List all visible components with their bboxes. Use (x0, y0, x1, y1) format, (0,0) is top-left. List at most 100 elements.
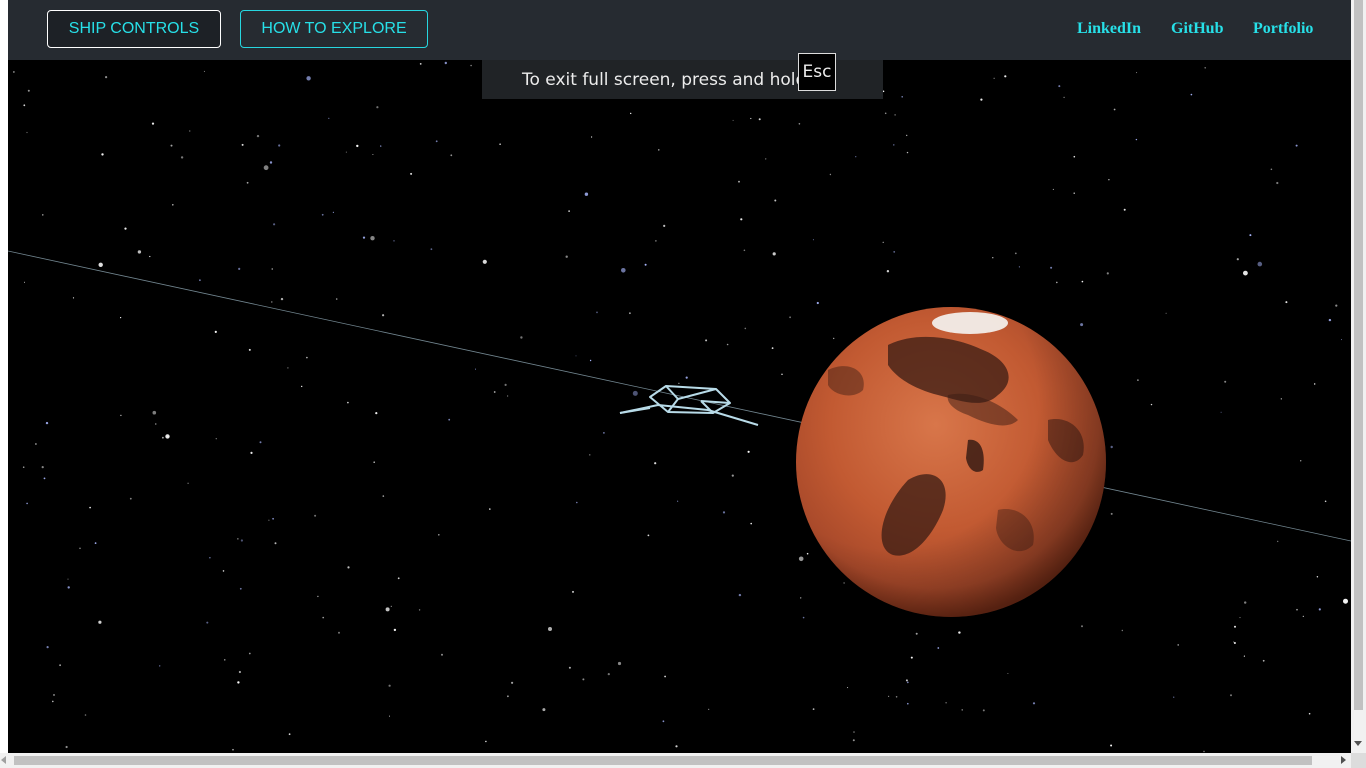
star (1302, 615, 1304, 618)
star (993, 77, 995, 79)
horizontal-scroll-thumb[interactable] (14, 756, 1312, 765)
star (52, 700, 54, 703)
star (155, 423, 157, 425)
star (470, 64, 472, 67)
star (42, 214, 44, 216)
star (568, 210, 570, 212)
star (385, 607, 390, 612)
star (170, 144, 173, 147)
star (1277, 540, 1279, 543)
star (589, 454, 591, 456)
star (1203, 750, 1205, 753)
star (1239, 617, 1241, 619)
star (250, 451, 253, 454)
star (273, 223, 276, 226)
star (448, 418, 451, 421)
space-viewport[interactable] (8, 0, 1351, 753)
star (907, 702, 909, 705)
star (124, 227, 127, 230)
star (798, 556, 804, 562)
star (362, 236, 366, 239)
star (888, 695, 890, 698)
ship-controls-button[interactable]: SHIP CONTROLS (47, 10, 221, 48)
star (382, 314, 385, 317)
star (758, 118, 761, 121)
star (444, 61, 447, 65)
star (1230, 694, 1232, 697)
star (647, 534, 650, 537)
star (584, 192, 589, 196)
star (268, 519, 270, 521)
star (13, 71, 15, 73)
scroll-right-arrow-icon[interactable] (1341, 756, 1346, 764)
star (1106, 272, 1109, 275)
star (685, 376, 688, 379)
star (475, 368, 476, 370)
scrollbar-corner (1351, 753, 1366, 768)
star (886, 270, 890, 273)
star (162, 436, 164, 439)
star (1243, 655, 1245, 657)
star (847, 687, 849, 689)
star (372, 154, 374, 155)
star (731, 474, 734, 477)
linkedin-link[interactable]: LinkedIn (1077, 20, 1141, 38)
star (1249, 234, 1252, 237)
star (120, 414, 122, 417)
star (675, 745, 678, 748)
star (722, 511, 726, 514)
star (237, 538, 239, 540)
star (215, 438, 217, 440)
star (375, 412, 378, 415)
star (214, 330, 217, 333)
star (167, 435, 169, 438)
star (833, 337, 835, 340)
vertical-scroll-thumb[interactable] (1354, 0, 1363, 710)
star (677, 500, 679, 502)
star (489, 508, 491, 510)
fullscreen-exit-notice: To exit full screen, press and hold Esc (482, 53, 883, 99)
star (1190, 93, 1193, 96)
star (663, 224, 666, 227)
star (1110, 744, 1113, 747)
star (945, 702, 947, 704)
star (206, 621, 209, 624)
how-to-explore-button[interactable]: HOW TO EXPLORE (240, 10, 428, 48)
star (224, 659, 226, 661)
star (1135, 138, 1138, 141)
spaceship[interactable] (619, 385, 759, 426)
star (774, 199, 777, 202)
star (322, 616, 325, 619)
star (418, 609, 421, 611)
scroll-down-arrow-icon[interactable] (1354, 741, 1362, 746)
scroll-left-arrow-icon[interactable] (1, 756, 6, 764)
star (347, 566, 350, 569)
star (1257, 261, 1263, 267)
star (507, 395, 509, 397)
star (1324, 500, 1327, 503)
star (743, 249, 746, 252)
mars-planet[interactable] (796, 307, 1106, 617)
star (1280, 398, 1282, 400)
star (906, 681, 909, 684)
star (35, 443, 37, 445)
star (1328, 318, 1332, 322)
star (603, 432, 605, 434)
star (53, 694, 55, 696)
star (59, 664, 61, 667)
star (958, 631, 961, 634)
star (332, 211, 334, 213)
github-link[interactable]: GitHub (1171, 20, 1223, 38)
star (256, 134, 260, 138)
star (287, 367, 289, 369)
star (239, 587, 242, 590)
star (26, 131, 28, 134)
star (504, 383, 507, 386)
star (1335, 304, 1338, 307)
star (237, 681, 240, 684)
star (1073, 192, 1075, 194)
portfolio-link[interactable]: Portfolio (1253, 20, 1313, 38)
star (1004, 75, 1007, 78)
vertical-scrollbar[interactable] (1351, 0, 1366, 753)
horizontal-scrollbar[interactable] (0, 753, 1351, 768)
